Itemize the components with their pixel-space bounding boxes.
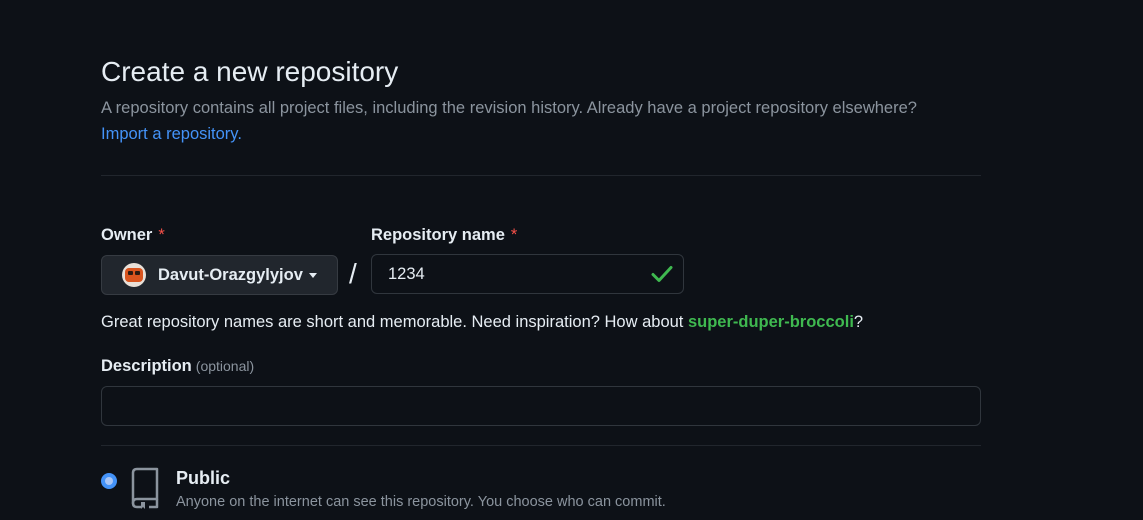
avatar [122,263,146,287]
repository-name-label-text: Repository name [371,226,505,244]
repository-name-hint: Great repository names are short and mem… [101,310,863,334]
page-subtitle: A repository contains all project files,… [101,99,917,117]
repo-icon [131,467,159,509]
hint-text: Great repository names are short and mem… [101,313,688,331]
repository-name-field [371,254,684,294]
hint-suffix: ? [853,313,864,331]
repository-name-input[interactable] [372,255,658,293]
import-repository-link[interactable]: Import a repository. [101,121,242,147]
public-option-label: Public [176,468,231,488]
page-title: Create a new repository [101,56,399,87]
owner-repo-separator: / [349,258,357,289]
owner-select-button[interactable]: Davut-Orazgylyjov [101,255,338,295]
divider [101,445,981,446]
chevron-down-icon [308,272,317,278]
repository-name-label: Repository name * [371,224,517,246]
owner-label-text: Owner [101,226,153,244]
owner-required-mark: * [158,226,165,244]
suggested-name-link[interactable]: super-duper-broccoli [688,313,854,331]
description-input[interactable] [101,386,981,426]
owner-name: Davut-Orazgylyjov [158,265,303,284]
public-option-description: Anyone on the internet can see this repo… [176,494,666,510]
divider [101,175,981,176]
repository-required-mark: * [510,226,518,244]
description-optional-tag: (optional) [195,358,255,374]
owner-label: Owner * [101,224,165,246]
public-radio[interactable] [101,473,117,489]
create-repository-page: Create a new repository A repository con… [0,0,1143,520]
description-label: Description (optional) [101,355,254,377]
description-label-text: Description [101,357,192,375]
check-icon [651,266,673,282]
